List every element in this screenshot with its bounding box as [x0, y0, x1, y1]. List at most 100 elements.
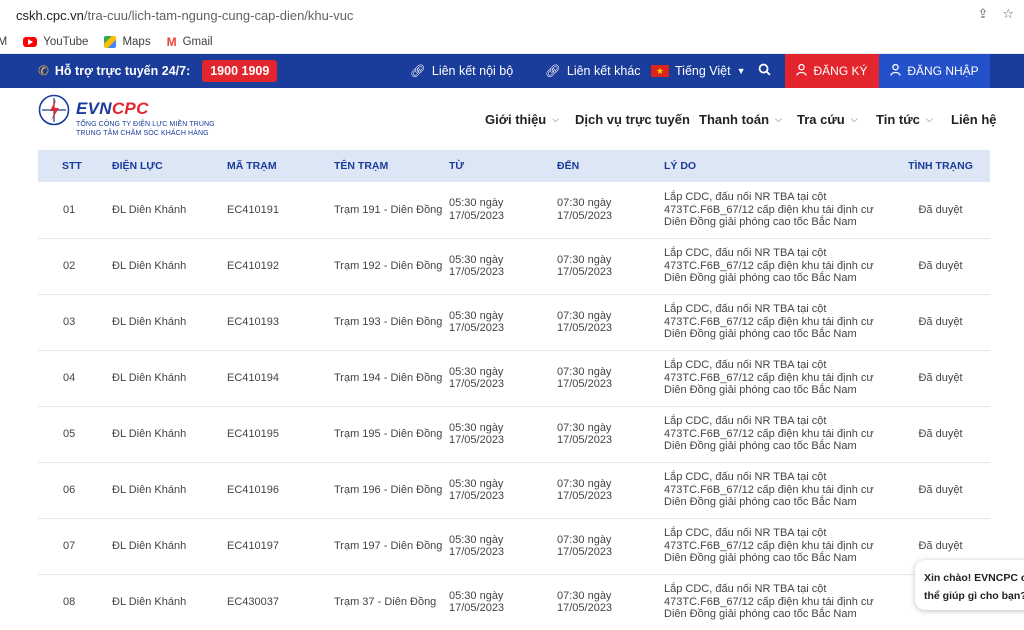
cell-dien-luc: ĐL Diên Khánh	[112, 483, 187, 496]
link-icon: 🔗︎	[545, 63, 561, 78]
cell-stt: 04	[63, 371, 76, 384]
cell-den: 07:30 ngày 17/05/2023	[557, 589, 613, 615]
chevron-down-icon: ⌵	[925, 113, 933, 124]
search-icon	[758, 63, 771, 79]
bookmark-am[interactable]: AM	[0, 36, 7, 48]
table-row: 08 ĐL Diên Khánh EC430037 Trạm 37 - Diên Đồ…	[38, 574, 990, 630]
cell-ly-do: Lắp CDC, đấu nối NR TBA tại cột 473TC.F6…	[664, 359, 874, 397]
bookmarks-bar: AM YouTube Maps M Gmail	[0, 30, 1024, 54]
cell-stt: 01	[63, 203, 76, 216]
cell-den: 07:30 ngày 17/05/2023	[557, 197, 613, 222]
login-button[interactable]: ĐĂNG NHẬP	[879, 54, 990, 88]
col-header-dien-luc: ĐIỆN LỰC	[112, 160, 163, 172]
table-row: 03 ĐL Diên Khánh EC410193 Trạm 193 - Diên Đ…	[38, 294, 990, 350]
bookmark-maps[interactable]: Maps	[104, 35, 151, 48]
cell-ly-do: Lắp CDC, đấu nối NR TBA tại cột 473TC.F6…	[664, 415, 874, 453]
internal-links-link[interactable]: 🔗︎ Liên kết nội bộ	[410, 54, 513, 88]
maps-icon	[104, 35, 117, 48]
col-header-stt: STT	[62, 160, 82, 172]
cell-tu: 05:30 ngày 17/05/2023	[449, 477, 505, 503]
phone-icon: ✆	[38, 63, 49, 78]
cell-ly-do: Lắp CDC, đấu nối NR TBA tại cột 473TC.F6…	[664, 471, 874, 509]
top-bar: ✆ Hỗ trợ trực tuyến 24/7: 1900 1909 🔗︎ L…	[0, 54, 1024, 88]
cell-tu: 05:30 ngày 17/05/2023	[449, 533, 505, 559]
share-icon[interactable]: ⇪	[977, 6, 988, 22]
chevron-down-icon: ⌵	[850, 113, 858, 124]
support-info: ✆ Hỗ trợ trực tuyến 24/7: 1900 1909	[38, 54, 278, 88]
cell-den: 07:30 ngày 17/05/2023	[557, 421, 613, 447]
nav-thanh-toan[interactable]: Thanh toán ⌵	[699, 88, 782, 150]
other-links-link[interactable]: 🔗︎ Liên kết khác	[545, 54, 641, 88]
cell-den: 07:30 ngày 17/05/2023	[557, 365, 613, 391]
chat-greeting-bubble[interactable]: Xin chào! EVNCPC c thể giúp gì cho bạn?	[915, 560, 1024, 610]
evncpc-logo[interactable]: EVNCPC TỔNG CÔNG TY ĐIỆN LỰC MIỀN TRUNG …	[38, 94, 228, 144]
cell-ly-do: Lắp CDC, đấu nối NR TBA tại cột 473TC.F6…	[664, 191, 874, 228]
nav-dich-vu-truc-tuyen[interactable]: Dịch vụ trực tuyến	[575, 88, 690, 150]
cell-ten-tram: Trạm 194 - Diên Đồng	[334, 371, 443, 384]
logo-company-name: TỔNG CÔNG TY ĐIỆN LỰC MIỀN TRUNG	[76, 121, 215, 128]
cell-ten-tram: Trạm 195 - Diên Đồng	[334, 427, 443, 440]
bookmark-gmail[interactable]: M Gmail	[167, 35, 213, 49]
youtube-icon	[23, 36, 38, 47]
cell-ly-do: Lắp CDC, đấu nối NR TBA tại cột 473TC.F6…	[664, 247, 874, 285]
register-label: ĐĂNG KÝ	[813, 64, 868, 78]
cell-ma-tram: EC410197	[227, 539, 279, 552]
language-label: Tiếng Việt	[675, 64, 731, 78]
vietnam-flag-icon	[651, 65, 669, 77]
table-row: 06 ĐL Diên Khánh EC410196 Trạm 196 - Diên Đ…	[38, 462, 990, 518]
user-icon	[890, 63, 901, 79]
cell-dien-luc: ĐL Diên Khánh	[112, 427, 187, 440]
cell-dien-luc: ĐL Diên Khánh	[112, 595, 187, 608]
nav-tra-cuu[interactable]: Tra cứu ⌵	[797, 88, 858, 150]
cell-stt: 02	[63, 259, 76, 272]
cell-ten-tram: Trạm 196 - Diên Đồng	[334, 483, 443, 496]
chevron-down-icon: ⌵	[775, 113, 782, 124]
bookmark-youtube[interactable]: YouTube	[23, 36, 88, 48]
cell-stt: 06	[63, 483, 76, 496]
nav-tin-tuc[interactable]: Tin tức ⌵	[876, 88, 933, 150]
col-header-ma-tram: MÃ TRẠM	[227, 160, 277, 172]
nav-lien-he[interactable]: Liên hệ	[951, 88, 997, 150]
url-host: cskh.cpc.vn	[16, 7, 84, 23]
nav-gioi-thieu[interactable]: Giới thiệu ⌵	[485, 88, 559, 150]
nav-label: Tin tức	[876, 111, 920, 127]
support-label: Hỗ trợ trực tuyến 24/7:	[54, 64, 191, 78]
cell-ten-tram: Trạm 197 - Diên Đồng	[334, 539, 443, 552]
logo-evn-text: EVN	[76, 99, 112, 118]
cell-tu: 05:30 ngày 17/05/2023	[449, 589, 505, 615]
chat-line: thể giúp gì cho bạn?	[924, 590, 1024, 602]
table-header-row: STT ĐIỆN LỰC MÃ TRẠM TÊN TRẠM TỪ ĐẾN LÝ …	[38, 150, 990, 182]
nav-label: Liên hệ	[951, 111, 997, 127]
search-button[interactable]	[758, 54, 771, 88]
other-links-label: Liên kết khác	[566, 64, 641, 78]
col-header-ten-tram: TÊN TRẠM	[334, 160, 389, 172]
hotline-badge[interactable]: 1900 1909	[202, 60, 278, 82]
cell-dien-luc: ĐL Diên Khánh	[112, 259, 187, 272]
address-bar[interactable]: cskh.cpc.vn/tra-cuu/lich-tam-ngung-cung-…	[0, 0, 1024, 30]
cell-stt: 05	[63, 427, 76, 440]
logo-cpc-text: CPC	[111, 99, 149, 118]
login-label: ĐĂNG NHẬP	[907, 64, 979, 78]
cell-ten-tram: Trạm 193 - Diên Đồng	[334, 315, 443, 328]
cell-tu: 05:30 ngày 17/05/2023	[449, 365, 505, 391]
cell-dien-luc: ĐL Diên Khánh	[112, 203, 187, 216]
cell-tinh-trang: Đã duyệt	[918, 259, 963, 272]
chevron-down-icon: ▼	[736, 66, 746, 76]
cell-dien-luc: ĐL Diên Khánh	[112, 371, 187, 384]
cell-ly-do: Lắp CDC, đấu nối NR TBA tại cột 473TC.F6…	[664, 527, 874, 565]
cell-tinh-trang: Đã duyệt	[918, 427, 963, 440]
bookmark-star-icon[interactable]: ☆	[1002, 6, 1014, 22]
register-button[interactable]: ĐĂNG KÝ	[785, 54, 879, 88]
user-icon	[796, 63, 808, 79]
chevron-down-icon: ⌵	[552, 113, 560, 124]
logo-wordmark: EVNCPC	[76, 99, 149, 119]
cell-den: 07:30 ngày 17/05/2023	[557, 253, 613, 279]
table-row: 02 ĐL Diên Khánh EC410192 Trạm 192 - Diên Đ…	[38, 238, 990, 294]
language-selector[interactable]: Tiếng Việt ▼	[651, 54, 746, 88]
cell-ma-tram: EC430037	[227, 595, 279, 608]
cell-den: 07:30 ngày 17/05/2023	[557, 533, 613, 559]
cell-dien-luc: ĐL Diên Khánh	[112, 539, 187, 552]
table-row: 04 ĐL Diên Khánh EC410194 Trạm 194 - Diên Đ…	[38, 350, 990, 406]
cell-tu: 05:30 ngày 17/05/2023	[449, 309, 505, 335]
chat-line: Xin chào! EVNCPC c	[924, 572, 1024, 584]
